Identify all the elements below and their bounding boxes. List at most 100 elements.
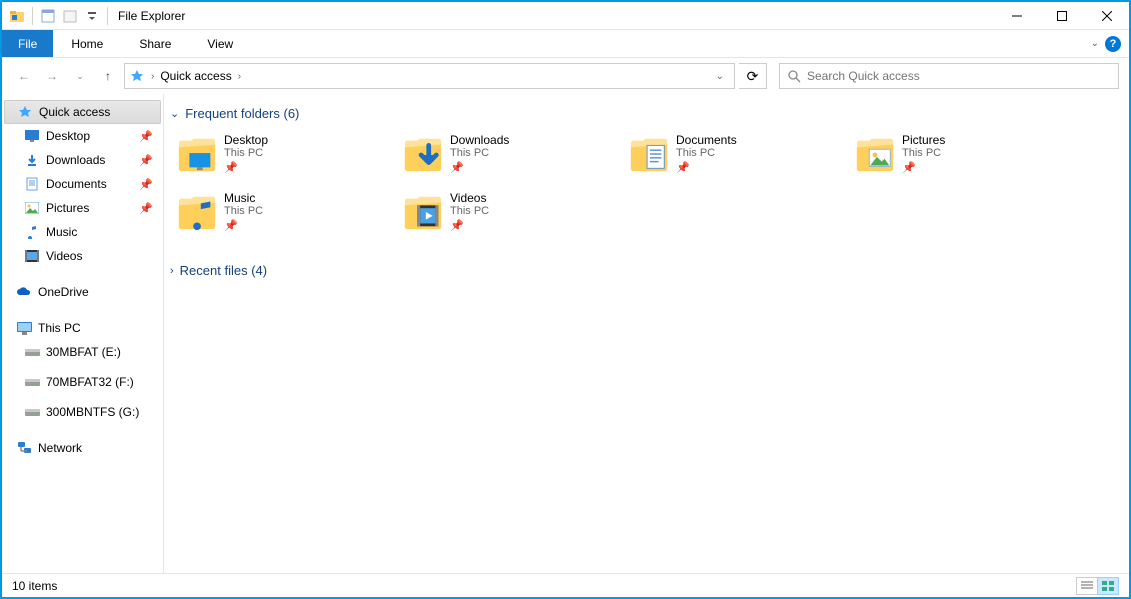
folder-location: This PC: [224, 147, 268, 159]
sidebar-label: Videos: [46, 249, 82, 263]
sidebar-label: Music: [46, 225, 77, 239]
chevron-right-icon: ›: [170, 265, 174, 277]
sidebar-label: This PC: [38, 321, 81, 335]
folder-icon: [628, 133, 670, 175]
network-icon: [14, 442, 34, 455]
close-button[interactable]: [1084, 2, 1129, 30]
qat-properties-icon[interactable]: [37, 5, 59, 27]
details-view-button[interactable]: [1076, 577, 1098, 595]
ribbon-collapse-icon[interactable]: ⌄: [1091, 38, 1099, 49]
sidebar-item-documents[interactable]: Documents 📌: [2, 172, 163, 196]
section-header-frequent[interactable]: ⌄ Frequent folders (6): [170, 106, 1123, 121]
forward-button[interactable]: →: [40, 64, 64, 88]
navigation-pane: Quick access Desktop 📌 Downloads 📌 Docum…: [2, 94, 164, 573]
cloud-icon: [14, 286, 34, 298]
folder-name: Downloads: [450, 133, 509, 147]
drive-icon: [22, 377, 42, 387]
video-icon: [22, 250, 42, 262]
address-row: ← → ⌄ ↑ › Quick access › ⌄ ⟳: [2, 58, 1129, 94]
folder-tile-videos[interactable]: Videos This PC 📌: [396, 187, 622, 245]
breadcrumb[interactable]: Quick access: [156, 69, 235, 83]
up-button[interactable]: ↑: [96, 64, 120, 88]
pin-icon: 📌: [450, 161, 509, 174]
tab-home[interactable]: Home: [53, 30, 121, 57]
folder-name: Pictures: [902, 133, 945, 147]
section-title: Frequent folders (6): [185, 106, 299, 121]
pin-icon: 📌: [139, 178, 153, 191]
address-history-dropdown[interactable]: ⌄: [710, 71, 730, 82]
search-box[interactable]: [779, 63, 1119, 89]
pin-icon: 📌: [676, 161, 737, 174]
pin-icon: 📌: [139, 154, 153, 167]
pin-icon: 📌: [224, 219, 263, 232]
folder-name: Music: [224, 191, 263, 205]
qat-newfolder-icon[interactable]: [59, 5, 81, 27]
document-icon: [22, 177, 42, 191]
folder-tile-downloads[interactable]: Downloads This PC 📌: [396, 129, 622, 187]
tab-view[interactable]: View: [189, 30, 251, 57]
sidebar-label: Pictures: [46, 201, 89, 215]
folder-location: This PC: [224, 205, 263, 217]
sidebar-label: Network: [38, 441, 82, 455]
minimize-button[interactable]: [994, 2, 1039, 30]
tab-file[interactable]: File: [2, 30, 53, 57]
address-bar[interactable]: › Quick access › ⌄: [124, 63, 735, 89]
folder-icon: [176, 133, 218, 175]
help-icon[interactable]: ?: [1105, 36, 1121, 52]
section-title: Recent files (4): [180, 263, 267, 278]
pin-icon: 📌: [450, 219, 489, 232]
sidebar-drive-f[interactable]: 70MBFAT32 (F:): [2, 370, 163, 394]
folder-tile-documents[interactable]: Documents This PC 📌: [622, 129, 848, 187]
sidebar-drive-g[interactable]: 300MBNTFS (G:): [2, 400, 163, 424]
folder-icon: [402, 133, 444, 175]
window-title: File Explorer: [118, 9, 185, 23]
chevron-down-icon: ⌄: [170, 107, 179, 120]
sidebar-item-pictures[interactable]: Pictures 📌: [2, 196, 163, 220]
sidebar-network[interactable]: Network: [2, 436, 163, 460]
folder-name: Desktop: [224, 133, 268, 147]
maximize-button[interactable]: [1039, 2, 1084, 30]
back-button[interactable]: ←: [12, 64, 36, 88]
sidebar-label: 30MBFAT (E:): [46, 345, 121, 359]
pin-icon: 📌: [139, 202, 153, 215]
refresh-button[interactable]: ⟳: [739, 63, 767, 89]
search-icon: [788, 70, 801, 83]
sidebar-quick-access[interactable]: Quick access: [4, 100, 161, 124]
folder-icon: [176, 191, 218, 233]
status-bar: 10 items: [2, 573, 1129, 597]
folder-tile-desktop[interactable]: Desktop This PC 📌: [170, 129, 396, 187]
folder-location: This PC: [450, 147, 509, 159]
sidebar-label: Documents: [46, 177, 107, 191]
search-input[interactable]: [807, 69, 1110, 83]
star-icon: [15, 105, 35, 119]
drive-icon: [22, 407, 42, 417]
folder-icon: [854, 133, 896, 175]
breadcrumb-sep: ›: [149, 71, 156, 82]
sidebar-onedrive[interactable]: OneDrive: [2, 280, 163, 304]
sidebar-item-videos[interactable]: Videos: [2, 244, 163, 268]
sidebar-thispc[interactable]: This PC: [2, 316, 163, 340]
large-icons-view-button[interactable]: [1097, 577, 1119, 595]
folder-tile-pictures[interactable]: Pictures This PC 📌: [848, 129, 1074, 187]
desktop-icon: [22, 130, 42, 142]
sidebar-item-downloads[interactable]: Downloads 📌: [2, 148, 163, 172]
sidebar-label: Downloads: [46, 153, 105, 167]
folder-tile-music[interactable]: Music This PC 📌: [170, 187, 396, 245]
recent-locations-button[interactable]: ⌄: [68, 64, 92, 88]
sidebar-item-music[interactable]: Music: [2, 220, 163, 244]
folder-location: This PC: [902, 147, 945, 159]
quick-access-icon: [129, 68, 145, 84]
sidebar-label: 70MBFAT32 (F:): [46, 375, 134, 389]
folder-name: Videos: [450, 191, 489, 205]
sidebar-label: Quick access: [39, 105, 110, 119]
sidebar-drive-e[interactable]: 30MBFAT (E:): [2, 340, 163, 364]
explorer-icon: [6, 5, 28, 27]
tab-share[interactable]: Share: [121, 30, 189, 57]
section-header-recent[interactable]: › Recent files (4): [170, 263, 1123, 278]
folder-name: Documents: [676, 133, 737, 147]
download-icon: [22, 153, 42, 167]
sidebar-item-desktop[interactable]: Desktop 📌: [2, 124, 163, 148]
qat-dropdown-icon[interactable]: [81, 5, 103, 27]
pin-icon: 📌: [224, 161, 268, 174]
breadcrumb-sep[interactable]: ›: [236, 71, 243, 82]
